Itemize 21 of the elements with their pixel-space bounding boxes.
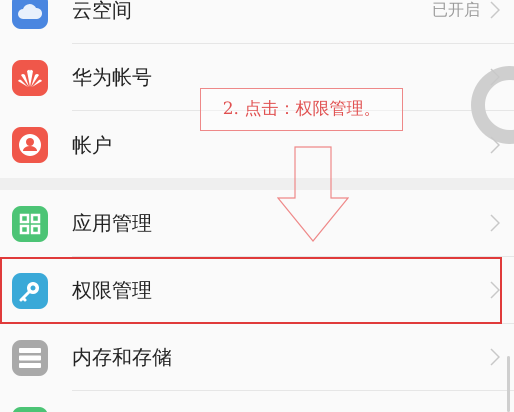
storage-icon	[12, 340, 48, 376]
chevron-icon	[490, 68, 500, 86]
chevron-icon	[490, 214, 500, 232]
row-label: 应用管理	[72, 210, 153, 237]
row-label: 云空间	[72, 0, 133, 24]
chevron-icon	[490, 281, 500, 299]
user-icon	[12, 126, 48, 162]
chevron-icon	[490, 1, 500, 19]
grid-icon	[12, 206, 48, 242]
row-label: 权限管理	[72, 277, 153, 304]
row-label: 华为帐号	[72, 64, 153, 91]
cloud-icon	[12, 0, 48, 28]
row-label: 帐户	[72, 132, 113, 158]
scrollbar	[507, 356, 510, 412]
annotation-callout: 2. 点击：权限管理。	[200, 88, 403, 131]
key-icon	[12, 272, 48, 308]
chevron-icon	[490, 348, 500, 366]
petals-icon	[12, 60, 48, 96]
row-value: 已开启	[432, 0, 480, 21]
chevron-icon	[490, 136, 500, 154]
row-label: 内存和存储	[72, 344, 173, 371]
